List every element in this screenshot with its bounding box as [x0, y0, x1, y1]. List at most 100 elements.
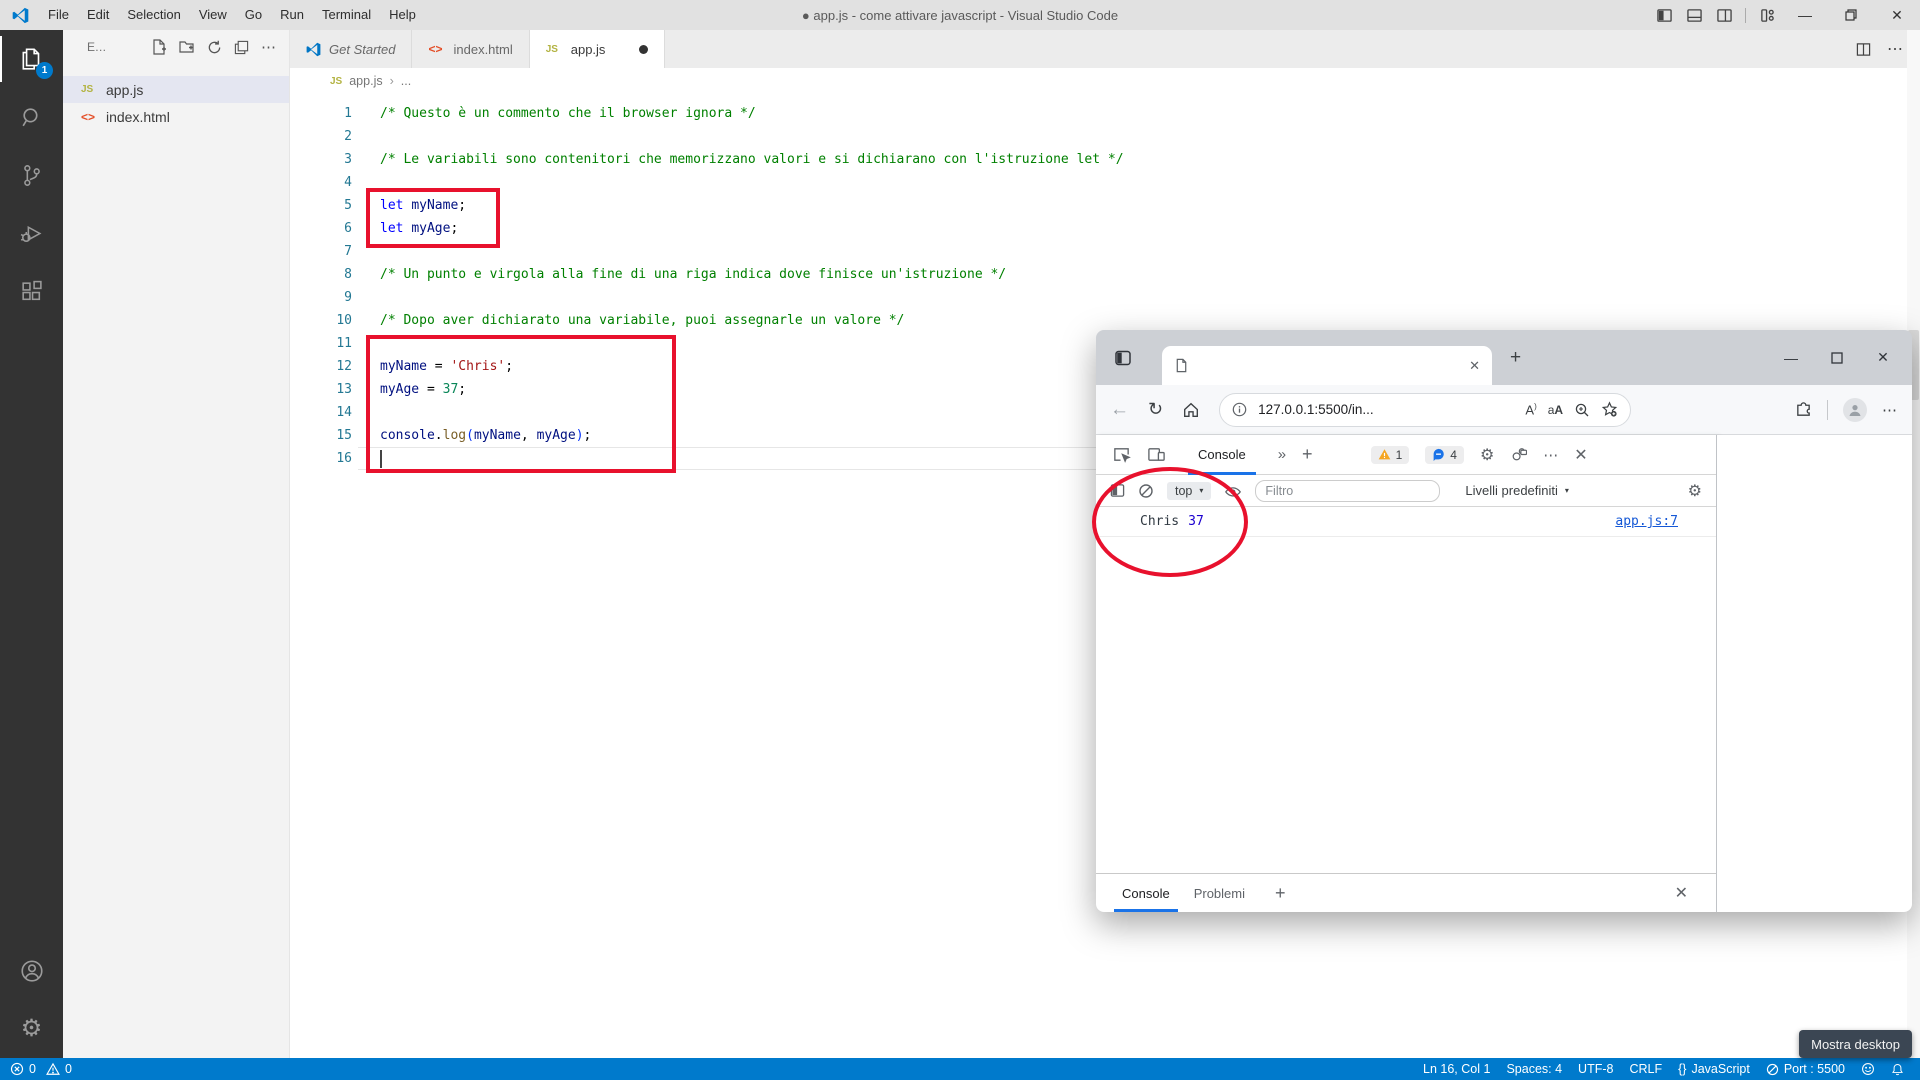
activity-run-debug[interactable] [0, 204, 63, 262]
drawer-close-icon[interactable]: ✕ [1675, 883, 1702, 903]
browser-essentials-icon[interactable] [1795, 401, 1812, 418]
toggle-secondary-sidebar-icon[interactable] [1709, 0, 1739, 30]
settings-more-icon[interactable]: ⋯ [1882, 401, 1898, 419]
activity-source-control[interactable] [0, 146, 63, 204]
menu-go[interactable]: Go [236, 0, 271, 30]
devtools-tab-console[interactable]: Console [1182, 435, 1262, 475]
statusbar-live-server-port[interactable]: Port : 5500 [1758, 1058, 1853, 1080]
more-actions-icon[interactable]: ⋯ [261, 38, 277, 56]
statusbar-label: Ln 16, Col 1 [1423, 1062, 1490, 1076]
refresh-page-icon[interactable]: ↻ [1148, 399, 1163, 420]
activity-explorer[interactable]: 1 [0, 30, 63, 88]
add-tab-icon[interactable]: + [1302, 444, 1313, 465]
edge-maximize-button[interactable] [1814, 330, 1860, 385]
code-line[interactable]: 7 [290, 240, 1920, 263]
inspect-element-icon[interactable] [1112, 445, 1131, 464]
profile-avatar[interactable] [1843, 398, 1867, 422]
statusbar-indentation[interactable]: Spaces: 4 [1498, 1058, 1570, 1080]
drawer-tab-console[interactable]: Console [1110, 874, 1182, 912]
file-item-app.js[interactable]: JSapp.js [63, 76, 289, 103]
modified-dot-icon[interactable] [639, 45, 648, 54]
code-line[interactable]: 5let myName; [290, 194, 1920, 217]
home-icon[interactable] [1182, 401, 1200, 419]
favorites-star-icon[interactable] [1601, 401, 1618, 418]
statusbar-language-mode[interactable]: {}JavaScript [1670, 1058, 1758, 1080]
code-line[interactable]: 6let myAge; [290, 217, 1920, 240]
console-settings-icon[interactable]: ⚙ [1688, 481, 1702, 501]
code-line[interactable]: 2 [290, 125, 1920, 148]
page-viewport[interactable] [1717, 435, 1912, 912]
new-folder-icon[interactable] [179, 39, 195, 55]
translate-icon[interactable]: aA [1548, 403, 1563, 417]
close-button[interactable]: ✕ [1874, 0, 1920, 30]
statusbar-cursor-position[interactable]: Ln 16, Col 1 [1415, 1058, 1498, 1080]
url-text[interactable]: 127.0.0.1:5500/in... [1258, 402, 1514, 417]
code-line[interactable]: 10/* Dopo aver dichiarato una variabile,… [290, 309, 1920, 332]
back-icon[interactable]: ← [1110, 399, 1129, 421]
menu-help[interactable]: Help [380, 0, 425, 30]
browser-tab[interactable]: ✕ [1162, 346, 1492, 385]
menu-run[interactable]: Run [271, 0, 313, 30]
log-source-link[interactable]: app.js:7 [1615, 514, 1678, 529]
tab-app.js[interactable]: JSapp.js [530, 30, 666, 68]
filter-input[interactable] [1255, 480, 1440, 502]
customize-layout-icon[interactable] [1752, 0, 1782, 30]
code-line[interactable]: 3/* Le variabili sono contenitori che me… [290, 148, 1920, 171]
tab-actions-icon[interactable] [1110, 345, 1136, 371]
file-item-index.html[interactable]: <>index.html [63, 103, 289, 130]
address-bar[interactable]: 127.0.0.1:5500/in... A) aA [1219, 393, 1631, 427]
file-name: app.js [106, 82, 143, 98]
new-tab-icon[interactable]: + [1510, 347, 1521, 369]
device-toolbar-icon[interactable] [1147, 445, 1166, 464]
breadcrumb[interactable]: JS app.js › ... [290, 68, 1920, 94]
devtools-close-icon[interactable]: ✕ [1574, 445, 1587, 465]
breadcrumb-more: ... [401, 74, 411, 88]
focus-mode-icon[interactable] [1510, 446, 1527, 463]
tab-get-started[interactable]: Get Started [290, 30, 412, 68]
toggle-sidebar-icon[interactable] [1649, 0, 1679, 30]
toggle-panel-icon[interactable] [1679, 0, 1709, 30]
issues-badge[interactable]: 4 [1425, 446, 1464, 464]
edge-minimize-button[interactable]: — [1768, 330, 1814, 385]
warnings-badge[interactable]: 1 [1371, 446, 1410, 464]
menu-selection[interactable]: Selection [118, 0, 189, 30]
menu-edit[interactable]: Edit [78, 0, 118, 30]
activity-account[interactable] [0, 942, 63, 1000]
read-aloud-icon[interactable]: A) [1525, 402, 1536, 417]
refresh-icon[interactable] [207, 40, 222, 55]
drawer-tab-problemi[interactable]: Problemi [1182, 874, 1257, 912]
collapse-folders-icon[interactable] [234, 40, 249, 55]
activity-search[interactable] [0, 88, 63, 146]
drawer-add-tab-icon[interactable]: + [1275, 883, 1286, 904]
log-levels-selector[interactable]: Livelli predefiniti ▾ [1465, 483, 1569, 498]
split-editor-icon[interactable] [1856, 42, 1871, 57]
tab-close-icon[interactable]: ✕ [1469, 358, 1480, 374]
tab-index.html[interactable]: <>index.html [412, 30, 529, 68]
minimize-button[interactable]: — [1782, 0, 1828, 30]
code-line[interactable]: 4 [290, 171, 1920, 194]
edge-close-button[interactable]: ✕ [1860, 330, 1906, 385]
statusbar-feedback[interactable] [1853, 1058, 1883, 1080]
statusbar-encoding[interactable]: UTF-8 [1570, 1058, 1621, 1080]
devtools-settings-icon[interactable]: ⚙ [1480, 445, 1494, 465]
zoom-in-icon[interactable] [1574, 402, 1590, 418]
menu-file[interactable]: File [39, 0, 78, 30]
site-info-icon[interactable] [1232, 402, 1247, 417]
devtools-more-icon[interactable]: ⋯ [1543, 446, 1558, 464]
activity-settings[interactable]: ⚙ [0, 1000, 63, 1058]
console-empty-area[interactable] [1096, 537, 1716, 873]
editor-more-actions-icon[interactable]: ⋯ [1887, 39, 1904, 59]
code-line[interactable]: 8/* Un punto e virgola alla fine di una … [290, 263, 1920, 286]
menu-view[interactable]: View [190, 0, 236, 30]
restore-button[interactable] [1828, 0, 1874, 30]
code-line[interactable]: 1/* Questo è un commento che il browser … [290, 102, 1920, 125]
line-number: 9 [290, 290, 352, 305]
statusbar-eol[interactable]: CRLF [1621, 1058, 1670, 1080]
new-file-icon[interactable] [151, 39, 167, 55]
problems-status[interactable]: 0 0 [0, 1062, 72, 1076]
code-line[interactable]: 9 [290, 286, 1920, 309]
menu-terminal[interactable]: Terminal [313, 0, 380, 30]
activity-extensions[interactable] [0, 262, 63, 320]
more-tabs-icon[interactable]: » [1278, 446, 1286, 463]
statusbar-notifications[interactable] [1883, 1058, 1912, 1080]
